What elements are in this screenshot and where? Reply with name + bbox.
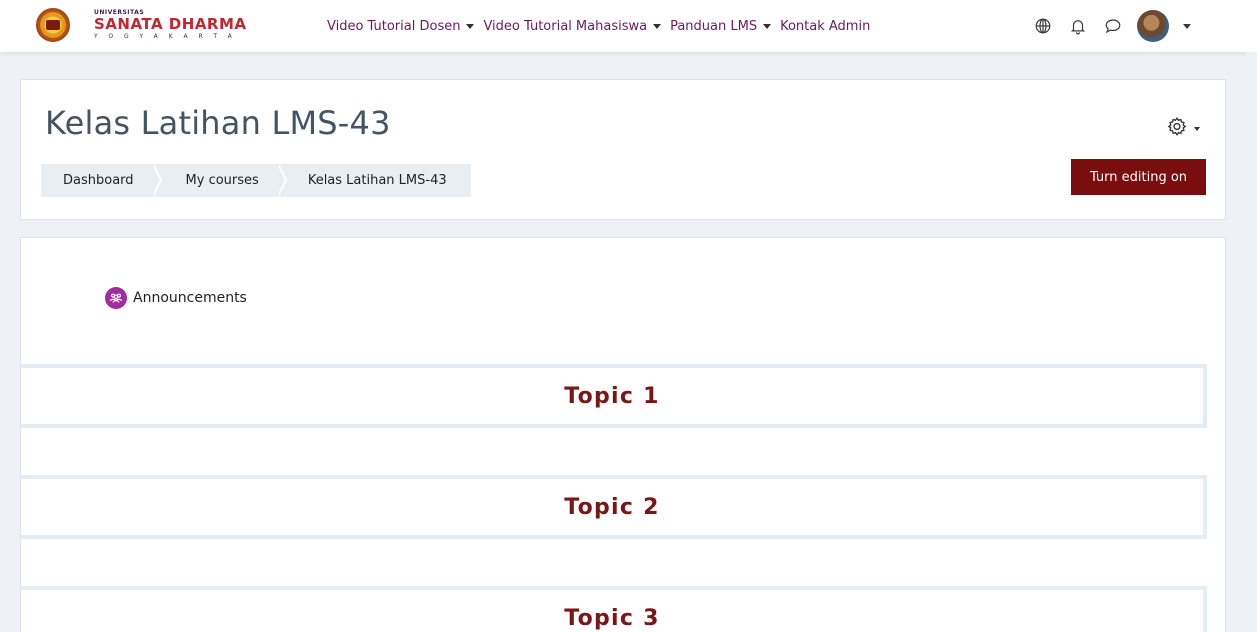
caret-down-icon bbox=[763, 23, 772, 29]
breadcrumb: Dashboard My courses Kelas Latihan LMS-4… bbox=[41, 164, 471, 197]
nav-video-tutorial-dosen[interactable]: Video Tutorial Dosen bbox=[327, 18, 475, 34]
breadcrumb-dashboard[interactable]: Dashboard bbox=[41, 164, 154, 197]
university-seal-icon bbox=[36, 8, 70, 42]
page-title: Kelas Latihan LMS-43 bbox=[45, 104, 391, 142]
nav-kontak-admin[interactable]: Kontak Admin bbox=[780, 19, 870, 34]
forum-icon bbox=[105, 287, 127, 309]
bell-icon[interactable] bbox=[1065, 13, 1091, 39]
nav-item-label: Video Tutorial Dosen bbox=[327, 18, 461, 34]
primary-nav: Video Tutorial Dosen Video Tutorial Maha… bbox=[327, 0, 879, 52]
announcements-link[interactable]: Announcements bbox=[105, 287, 247, 309]
breadcrumb-separator bbox=[276, 164, 288, 197]
caret-down-icon bbox=[653, 23, 662, 29]
navbar-icons bbox=[1030, 10, 1191, 42]
chat-bubble-icon[interactable] bbox=[1100, 13, 1126, 39]
course-content: Announcements Topic 1 Topic 2 Topic 3 bbox=[20, 237, 1226, 632]
topic-section: Topic 2 bbox=[21, 475, 1207, 539]
globe-icon[interactable] bbox=[1030, 13, 1056, 39]
gear-icon bbox=[1166, 116, 1188, 142]
topic-title[interactable]: Topic 3 bbox=[564, 606, 660, 631]
logo-name: SANATA DHARMA bbox=[94, 15, 247, 33]
nav-item-label: Video Tutorial Mahasiswa bbox=[483, 18, 648, 34]
topic-title[interactable]: Topic 2 bbox=[564, 495, 660, 520]
site-logo[interactable]: UNIVERSITAS SANATA DHARMA YOGYAKARTA bbox=[36, 6, 286, 44]
page-header: Kelas Latihan LMS-43 Dashboard My course… bbox=[20, 79, 1226, 220]
breadcrumb-my-courses[interactable]: My courses bbox=[162, 164, 279, 197]
breadcrumb-current-course[interactable]: Kelas Latihan LMS-43 bbox=[287, 164, 471, 197]
avatar[interactable] bbox=[1137, 10, 1169, 42]
caret-down-icon bbox=[1194, 127, 1200, 131]
topic-section: Topic 3 bbox=[21, 586, 1207, 632]
nav-item-label: Panduan LMS bbox=[670, 18, 758, 34]
nav-panduan-lms[interactable]: Panduan LMS bbox=[670, 18, 772, 34]
user-menu-caret-icon[interactable] bbox=[1183, 23, 1191, 29]
topic-title[interactable]: Topic 1 bbox=[564, 384, 660, 409]
course-settings-menu[interactable] bbox=[1166, 116, 1200, 142]
top-navbar: UNIVERSITAS SANATA DHARMA YOGYAKARTA Vid… bbox=[0, 0, 1257, 52]
breadcrumb-separator bbox=[151, 164, 163, 197]
announcements-label: Announcements bbox=[133, 290, 247, 306]
logo-text: UNIVERSITAS SANATA DHARMA YOGYAKARTA bbox=[94, 10, 247, 40]
turn-editing-on-button[interactable]: Turn editing on bbox=[1071, 159, 1206, 195]
logo-city: YOGYAKARTA bbox=[94, 33, 243, 40]
nav-item-label: Kontak Admin bbox=[780, 18, 871, 34]
caret-down-icon bbox=[466, 23, 475, 29]
page-scrollbar[interactable] bbox=[1246, 52, 1257, 632]
nav-video-tutorial-mahasiswa[interactable]: Video Tutorial Mahasiswa bbox=[483, 18, 662, 34]
topic-section: Topic 1 bbox=[21, 364, 1207, 428]
